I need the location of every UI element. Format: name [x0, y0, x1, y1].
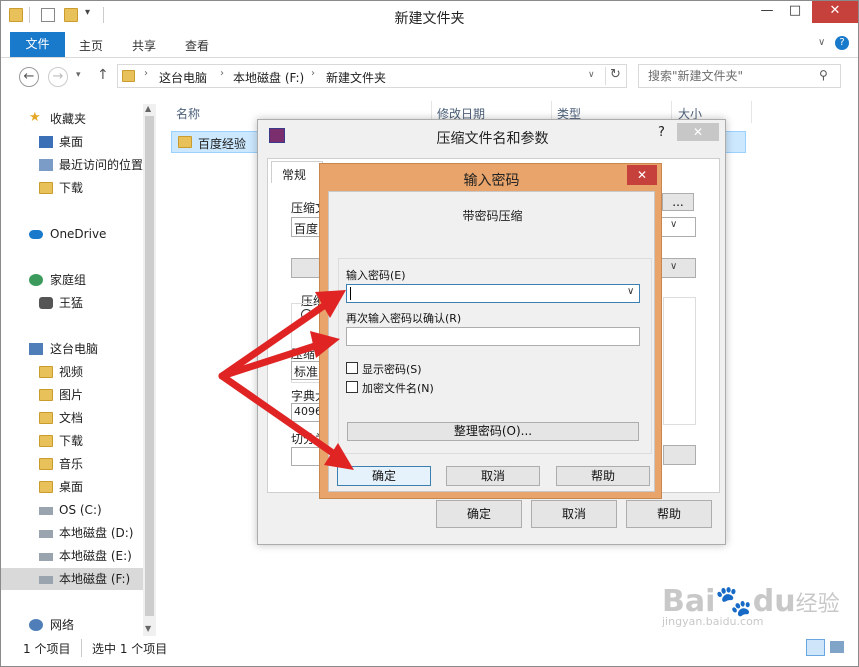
arrow-to-password: [218, 301, 329, 380]
arrow-head: [310, 331, 340, 358]
arrow-to-confirm: [218, 341, 322, 380]
arrow-head: [315, 290, 346, 318]
annotation-arrows: [218, 290, 354, 470]
arrow-to-ok: [218, 372, 344, 462]
